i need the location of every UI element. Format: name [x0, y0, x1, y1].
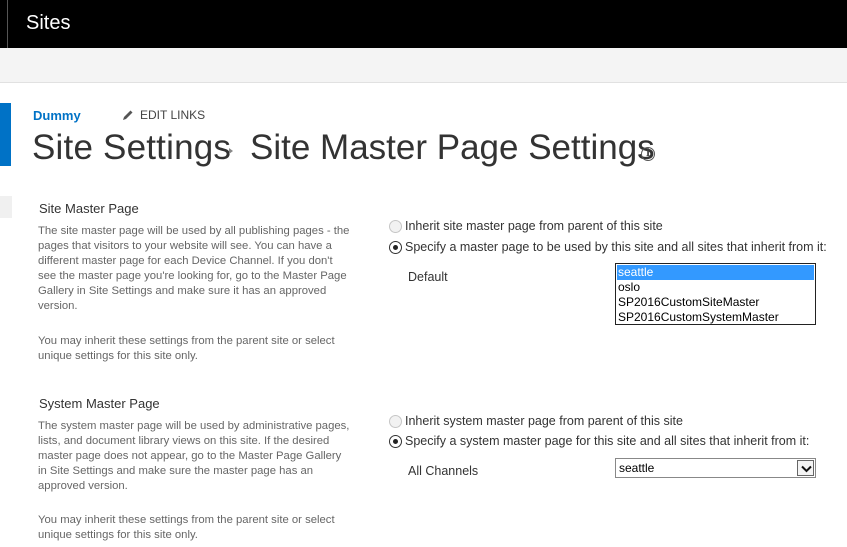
top-nav-site-link[interactable]: Dummy [33, 108, 81, 123]
listbox-option[interactable]: seattle [617, 265, 814, 280]
header-divider [7, 0, 8, 48]
edit-links-button[interactable]: EDIT LINKS [122, 108, 205, 122]
system-master-specify-radio[interactable] [389, 434, 402, 448]
site-logo-accent [0, 103, 11, 166]
site-master-description: The site master page will be used by all… [38, 225, 350, 312]
system-master-specify-label: Specify a system master page for this si… [405, 434, 810, 448]
site-master-inherit-note: You may inherit these settings from the … [38, 335, 335, 362]
site-master-channel-label: Default [408, 270, 448, 284]
site-master-specify-label: Specify a master page to be used by this… [405, 240, 827, 254]
system-master-select-value: seattle [619, 461, 655, 475]
site-master-inherit-option[interactable]: Inherit site master page from parent of … [389, 219, 663, 233]
system-master-inherit-option[interactable]: Inherit system master page from parent o… [389, 414, 683, 428]
dropdown-button[interactable] [797, 460, 814, 476]
listbox-option[interactable]: SP2016CustomSystemMaster [617, 310, 814, 325]
system-master-specify-option[interactable]: Specify a system master page for this si… [389, 434, 809, 448]
left-nav-stub [0, 196, 12, 218]
info-icon[interactable]: i [641, 147, 655, 161]
pencil-icon [123, 110, 133, 120]
system-master-channel-label: All Channels [408, 464, 479, 478]
breadcrumb-site-settings[interactable]: Site Settings [32, 128, 231, 168]
site-master-inherit-radio[interactable] [389, 219, 402, 233]
system-master-section-title: System Master Page [39, 396, 160, 411]
site-master-specify-option[interactable]: Specify a master page to be used by this… [389, 240, 827, 254]
listbox-option[interactable]: SP2016CustomSiteMaster [617, 295, 814, 310]
edit-links-label: EDIT LINKS [140, 108, 206, 122]
system-master-description: The system master page will be used by a… [38, 420, 350, 492]
site-master-specify-radio[interactable] [389, 240, 402, 254]
site-master-listbox[interactable]: seattle oslo SP2016CustomSiteMaster SP20… [615, 263, 816, 325]
site-master-section-title: Site Master Page [39, 201, 139, 216]
page-title: Site Master Page Settings [250, 128, 655, 167]
system-master-inherit-radio[interactable] [389, 414, 402, 428]
app-title[interactable]: Sites [26, 12, 70, 35]
chevron-down-icon [801, 465, 812, 473]
suite-header: Sites [0, 0, 847, 48]
system-master-inherit-label: Inherit system master page from parent o… [405, 414, 683, 428]
ribbon-bar [0, 48, 847, 83]
site-master-inherit-label: Inherit site master page from parent of … [405, 219, 663, 233]
system-master-select[interactable]: seattle [615, 458, 816, 478]
breadcrumb-separator-icon [229, 148, 233, 154]
system-master-inherit-note: You may inherit these settings from the … [38, 514, 335, 541]
listbox-option[interactable]: oslo [617, 280, 814, 295]
